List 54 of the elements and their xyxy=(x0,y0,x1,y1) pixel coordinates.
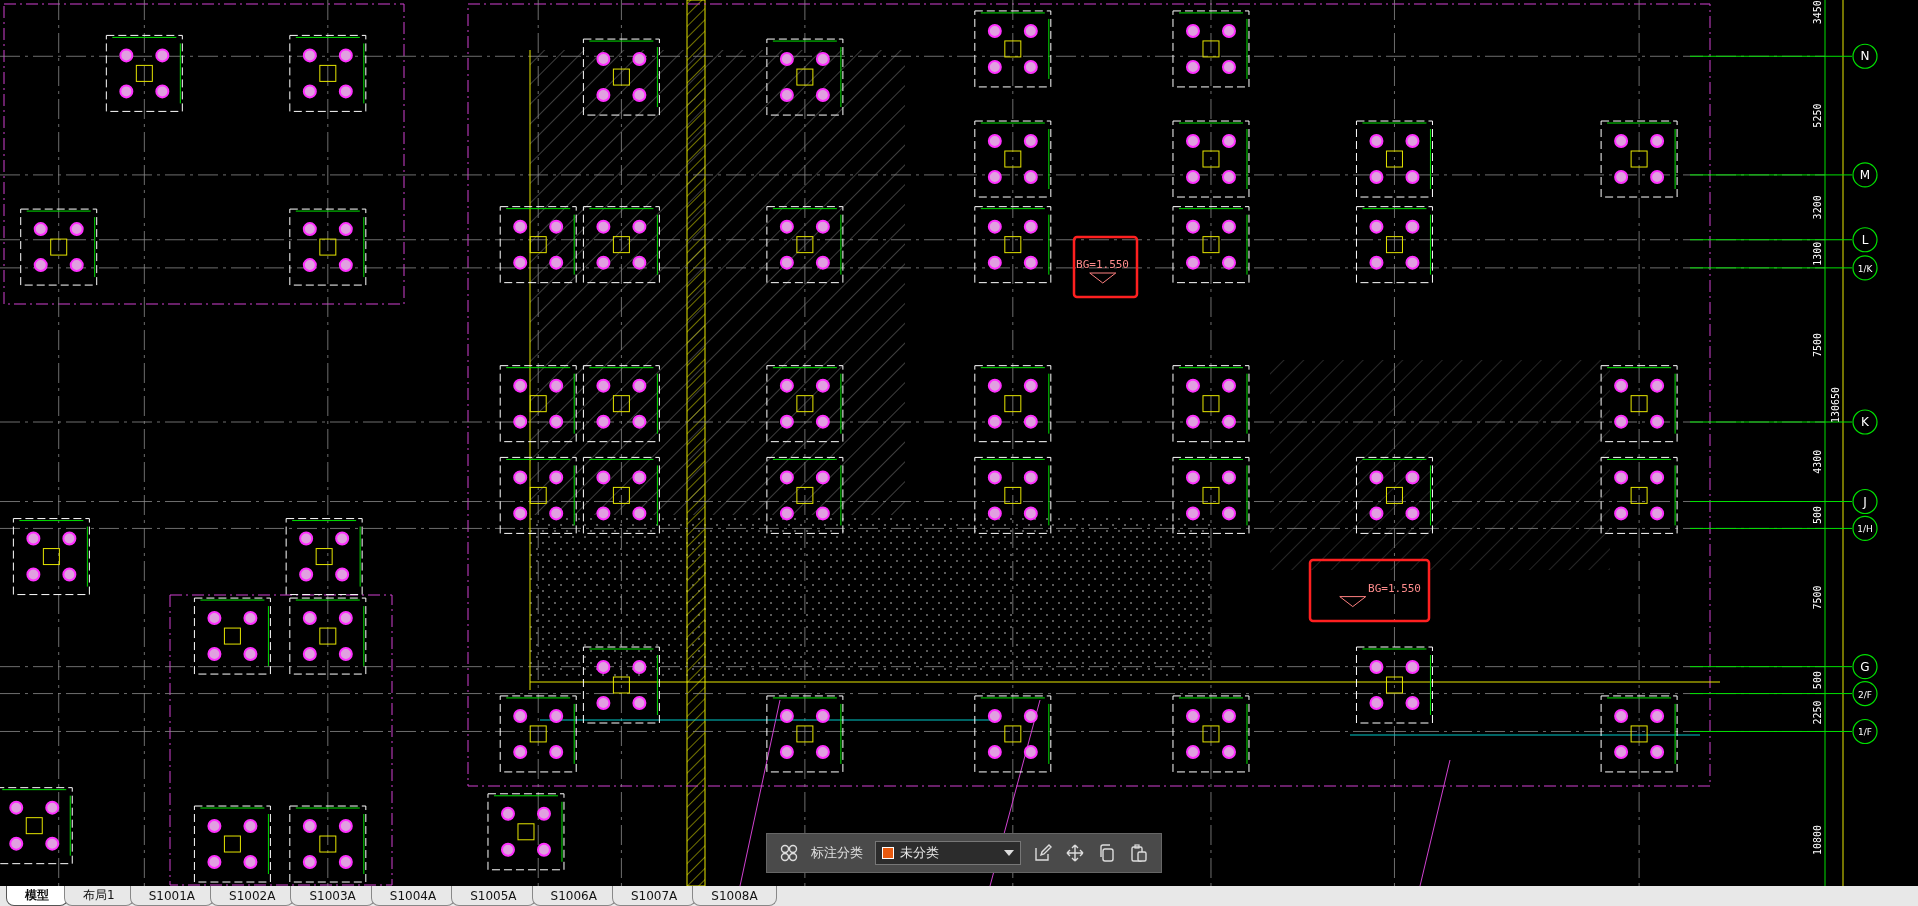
toolbar-label: 标注分类 xyxy=(811,844,863,862)
axis-label: N xyxy=(1860,49,1870,64)
layout-tab[interactable]: 布局1 xyxy=(64,886,134,906)
axis-bubble xyxy=(1852,255,1878,281)
axis-bubble xyxy=(1852,488,1878,515)
dimension-text: 4300 xyxy=(1812,449,1823,474)
dimension-text: 130650 xyxy=(1830,386,1841,424)
axis-bubble xyxy=(1852,43,1878,69)
category-dropdown[interactable]: 未分类 xyxy=(875,841,1021,865)
axis-bubble xyxy=(1852,227,1878,253)
layout-tab[interactable]: S1005A xyxy=(451,886,536,906)
axis-label: G xyxy=(1860,659,1870,674)
layout-tab[interactable]: S1003A xyxy=(290,886,375,906)
axis-label: K xyxy=(1861,415,1869,429)
copy-icon[interactable] xyxy=(1097,843,1117,863)
layout-tab[interactable]: S1001A xyxy=(129,886,214,906)
dimension-text: 7500 xyxy=(1812,332,1823,357)
axis-bubble xyxy=(1852,718,1878,745)
category-value: 未分类 xyxy=(900,844,940,862)
axis-bubble xyxy=(1852,654,1878,680)
axis-bubble xyxy=(1852,680,1878,707)
axis-label: 1/F xyxy=(1858,727,1872,738)
axis-label: J xyxy=(1863,494,1867,509)
layout-tab[interactable]: S1006A xyxy=(531,886,616,906)
dimension-text: 10800 xyxy=(1812,824,1823,856)
grid-icon[interactable] xyxy=(779,843,799,863)
paste-icon[interactable] xyxy=(1129,843,1149,863)
elevation-mark-icon xyxy=(1089,272,1117,284)
dimension-text: 5250 xyxy=(1812,103,1823,128)
axis-label: M xyxy=(1859,167,1871,182)
dimension-text: 7500 xyxy=(1812,585,1823,610)
axis-label: L xyxy=(1861,232,1869,247)
layout-tab[interactable]: S1008A xyxy=(692,886,777,906)
axis-bubble xyxy=(1852,162,1878,188)
dimension-text: 3450 xyxy=(1812,0,1823,25)
axis-label: 1/H xyxy=(1857,524,1873,535)
dimension-text: 500 xyxy=(1812,671,1823,690)
axis-bubble xyxy=(1852,515,1878,542)
dimension-text: 3200 xyxy=(1812,195,1823,220)
edit-icon[interactable] xyxy=(1033,843,1053,863)
layout-tab[interactable]: 模型 xyxy=(6,886,68,906)
axis-bubble xyxy=(1852,409,1878,435)
elevation-label: BG=1.550 xyxy=(1368,581,1421,595)
highlight-frame xyxy=(1072,235,1139,299)
axis-label: 1/K xyxy=(1857,263,1873,274)
dimension-text: 500 xyxy=(1812,505,1823,524)
dimension-text: 2250 xyxy=(1812,700,1823,725)
category-swatch-icon xyxy=(882,847,894,859)
move-icon[interactable] xyxy=(1065,843,1085,863)
dimension-text: 1300 xyxy=(1812,241,1823,266)
caret-icon xyxy=(1004,850,1014,856)
axis-label: 2/F xyxy=(1858,689,1872,700)
elevation-label: BG=1.550 xyxy=(1076,258,1129,272)
elevation-mark-icon xyxy=(1339,596,1367,608)
